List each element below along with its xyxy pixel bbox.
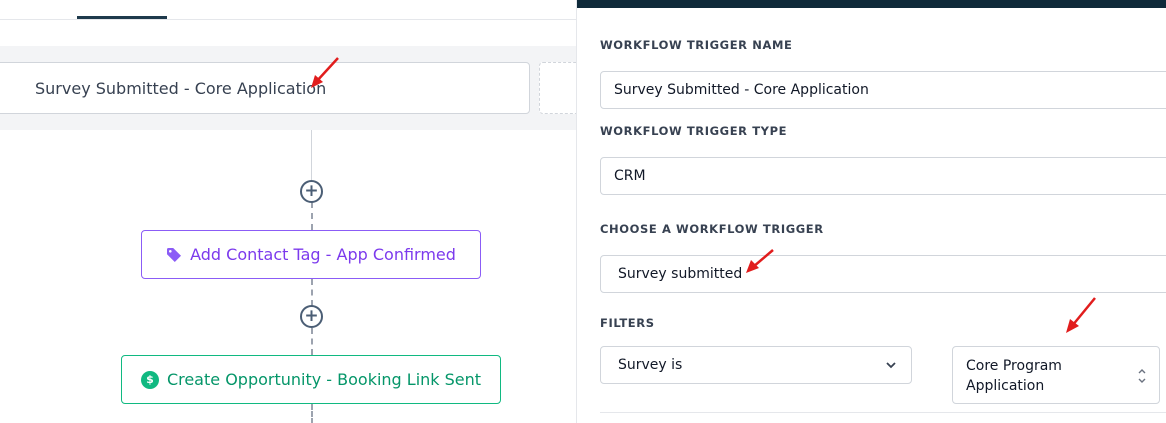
connector-line [311,328,313,355]
add-action-button[interactable]: + [300,305,323,328]
action-card-label: Create Opportunity - Booking Link Sent [166,370,482,389]
trigger-name-value: Survey Submitted - Core Application [614,82,869,98]
choose-trigger-label: CHOOSE A WORKFLOW TRIGGER [600,222,824,236]
panel-header [577,0,1166,8]
dollar-icon: $ [140,370,159,389]
trigger-settings-panel: WORKFLOW TRIGGER NAME Survey Submitted -… [576,0,1166,423]
add-trigger-placeholder[interactable] [539,62,576,114]
chevron-down-icon [886,362,896,369]
plus-icon: + [304,181,319,201]
connector-line [311,130,312,180]
filter-value-text: Core Program Application [966,358,1062,394]
filter-field-value: Survey is [618,357,683,373]
filters-label: FILTERS [600,316,655,330]
trigger-type-label: WORKFLOW TRIGGER TYPE [600,124,788,138]
action-card-add-tag[interactable]: Add Contact Tag - App Confirmed [141,230,481,279]
workflow-trigger-value: Survey submitted [618,266,743,282]
action-card-create-opportunity[interactable]: $ Create Opportunity - Booking Link Sent [121,355,501,404]
add-action-button[interactable]: + [300,180,323,203]
annotation-arrow-icon [1066,297,1096,333]
canvas-tabs [0,0,576,20]
trigger-card[interactable]: Survey Submitted - Core Application [0,62,530,114]
tag-icon [167,247,182,262]
filter-value-select[interactable]: Core Program Application [952,346,1160,404]
divider [600,412,1166,413]
workflow-trigger-select[interactable]: Survey submitted [600,255,1166,293]
trigger-card-label: Survey Submitted - Core Application [35,78,327,98]
workflow-canvas: Survey Submitted - Core Application + + … [0,0,576,423]
trigger-name-input[interactable]: Survey Submitted - Core Application [600,71,1166,109]
connector-line [311,404,313,423]
connector-line [311,202,313,230]
active-tab-indicator [77,16,167,19]
action-card-label: Add Contact Tag - App Confirmed [190,245,456,264]
trigger-type-value: CRM [614,168,646,184]
trigger-name-label: WORKFLOW TRIGGER NAME [600,38,793,52]
filter-field-select[interactable]: Survey is [600,346,912,384]
plus-icon: + [304,306,319,326]
sort-updown-icon [1138,369,1146,383]
connector-line [311,279,313,306]
trigger-type-select[interactable]: CRM [600,157,1166,195]
